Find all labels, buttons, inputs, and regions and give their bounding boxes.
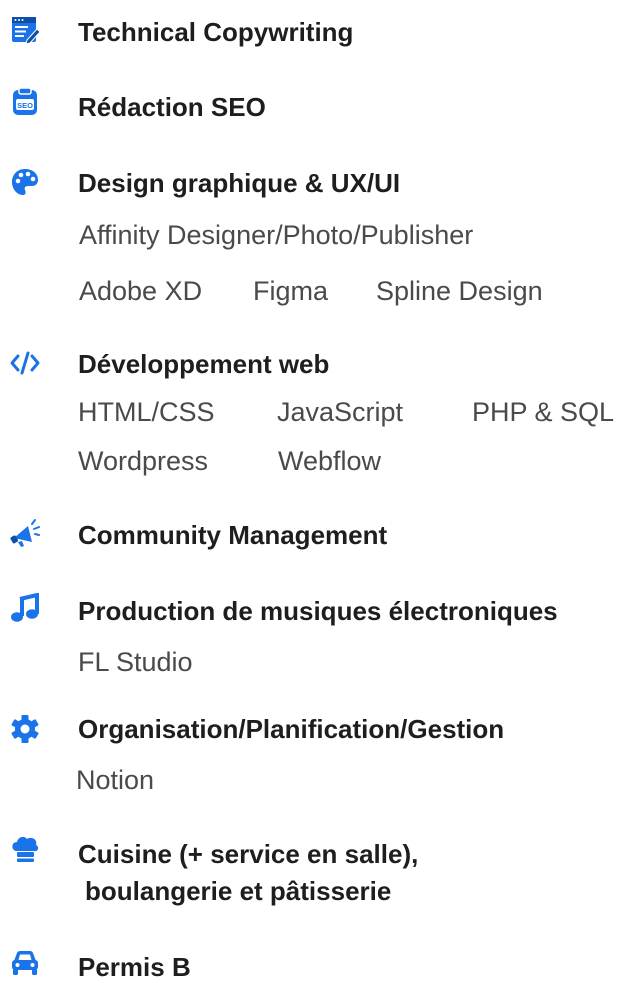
code-icon [10,348,40,378]
music-icon [10,593,40,623]
skill-tool: Adobe XD [79,276,203,306]
skill-tool: HTML/CSS [78,397,215,427]
palette-icon [10,167,40,197]
seo-icon: SEO [10,87,40,117]
skill-title: Production de musiques électroniques [78,596,558,626]
skill-tool: Notion [76,765,155,795]
skill-tool: Figma [253,276,329,306]
gear-icon [10,714,40,744]
skill-tool: JavaScript [277,397,404,427]
skill-tool: PHP & SQL [472,397,615,427]
skill-tool: Affinity Designer/Photo/Publisher [79,220,474,250]
form-icon [10,15,40,45]
skill-tool: Spline Design [376,276,543,306]
skill-title: Technical Copywriting [78,17,354,47]
svg-text:SEO: SEO [17,101,33,110]
skill-title: Design graphique & UX/UI [78,168,401,198]
skill-title: Rédaction SEO [78,92,266,122]
skill-title-line2: boulangerie et pâtisserie [85,876,392,906]
skill-title: Organisation/Planification/Gestion [78,714,505,744]
skill-tool: FL Studio [78,647,193,677]
skill-title: Développement web [78,349,330,379]
car-icon [10,947,40,977]
skill-tool: Webflow [278,446,382,476]
megaphone-icon [10,518,40,548]
skill-title: Community Management [78,520,388,550]
chef-hat-icon [10,834,40,864]
skill-title: Cuisine (+ service en salle), [78,839,419,869]
skill-title: Permis B [78,952,191,982]
skill-tool: Wordpress [78,446,209,476]
